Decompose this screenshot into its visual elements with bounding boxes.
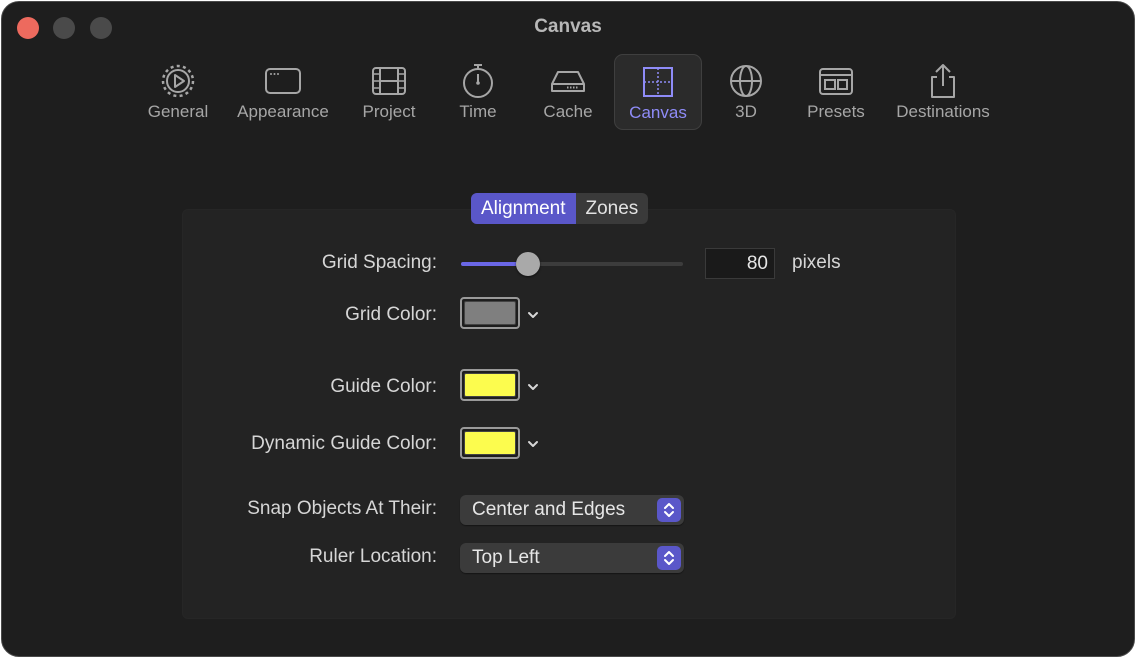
- gear-icon: [161, 64, 195, 98]
- window-icon: [265, 68, 301, 94]
- tab-segmented-control: Alignment Zones: [471, 193, 649, 224]
- toolbar-item-label: 3D: [735, 102, 757, 121]
- grid-spacing-unit: pixels: [792, 252, 841, 273]
- tab-alignment[interactable]: Alignment: [471, 193, 576, 224]
- up-down-chevron-icon: [657, 546, 681, 570]
- grid-spacing-label: Grid Spacing:: [321, 252, 437, 273]
- chevron-down-icon[interactable]: [526, 308, 540, 322]
- dynamic-guide-color-label: Dynamic Guide Color:: [251, 433, 437, 454]
- canvas-grid-icon: [643, 67, 673, 97]
- chevron-down-icon[interactable]: [526, 437, 540, 451]
- snap-objects-popup[interactable]: Center and Edges: [460, 495, 684, 525]
- slider-knob[interactable]: [515, 252, 540, 276]
- grid-spacing-input[interactable]: 80: [705, 248, 775, 279]
- toolbar-item-time[interactable]: Time: [434, 54, 522, 130]
- tab-zones[interactable]: Zones: [576, 193, 649, 224]
- toolbar-item-appearance[interactable]: Appearance: [227, 54, 339, 130]
- film-icon: [372, 67, 406, 95]
- toolbar-item-label: Time: [459, 102, 497, 121]
- toolbar-item-label: Project: [362, 102, 416, 121]
- guide-color-well[interactable]: [460, 369, 520, 401]
- snap-objects-label: Snap Objects At Their:: [247, 498, 437, 519]
- snap-objects-value: Center and Edges: [472, 499, 626, 520]
- toolbar-item-project[interactable]: Project: [345, 54, 433, 130]
- toolbar-item-general[interactable]: General: [134, 54, 222, 130]
- ruler-location-popup[interactable]: Top Left: [460, 543, 684, 573]
- toolbar-item-label: Canvas: [629, 103, 687, 122]
- toolbar-item-label: Presets: [807, 102, 865, 121]
- toolbar-item-label: Destinations: [896, 102, 990, 121]
- guide-color-swatch: [464, 373, 516, 397]
- dynamic-guide-color-swatch: [464, 431, 516, 455]
- drive-icon: [551, 71, 585, 92]
- dynamic-guide-color-well[interactable]: [460, 427, 520, 459]
- stopwatch-icon: [463, 64, 493, 98]
- toolbar-item-cache[interactable]: Cache: [524, 54, 612, 130]
- toolbar-item-label: Appearance: [237, 102, 329, 121]
- toolbar-item-3d[interactable]: 3D: [702, 54, 790, 130]
- up-down-chevron-icon: [657, 498, 681, 522]
- guide-color-label: Guide Color:: [330, 376, 437, 397]
- grid-color-well[interactable]: [460, 297, 520, 329]
- sphere-icon: [730, 65, 762, 97]
- ruler-location-value: Top Left: [472, 547, 540, 568]
- grid-color-label: Grid Color:: [345, 304, 437, 325]
- share-icon: [931, 64, 955, 98]
- grid-spacing-slider[interactable]: [461, 252, 683, 276]
- ruler-location-label: Ruler Location:: [309, 546, 437, 567]
- presets-icon: [819, 68, 853, 95]
- toolbar-item-label: Cache: [543, 102, 593, 121]
- toolbar-item-presets[interactable]: Presets: [792, 54, 880, 130]
- grid-color-swatch: [464, 301, 516, 325]
- toolbar-item-label: General: [147, 102, 209, 121]
- chevron-down-icon[interactable]: [526, 380, 540, 394]
- toolbar-item-destinations[interactable]: Destinations: [887, 54, 999, 130]
- window-title: Canvas: [534, 16, 602, 37]
- preferences-window: Canvas General Appearance Project Time C…: [1, 1, 1135, 657]
- toolbar-item-canvas[interactable]: Canvas: [614, 54, 702, 130]
